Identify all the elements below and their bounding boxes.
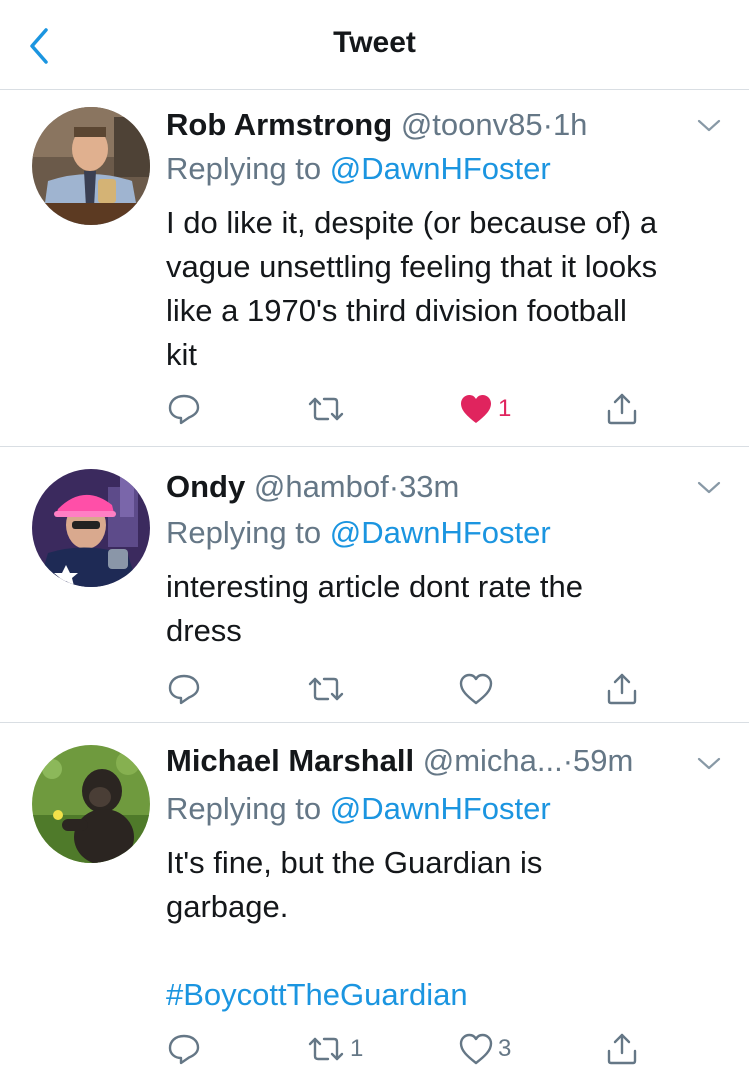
tweet-menu-button[interactable] <box>695 477 723 497</box>
reply-button[interactable] <box>166 389 202 429</box>
tweet-time: 59m <box>573 743 634 778</box>
meta-separator: · <box>388 469 400 504</box>
chevron-down-icon <box>697 481 721 494</box>
author-name[interactable]: Michael Marshall <box>166 743 414 778</box>
share-button[interactable] <box>604 1029 640 1069</box>
reply-icon <box>168 394 200 425</box>
replying-to: Replying to @DawnHFoster <box>166 791 551 827</box>
tweet-meta: Ondy @hambof·33m <box>166 469 689 505</box>
author-handle[interactable]: @toonv85 <box>401 107 543 142</box>
heart-filled-icon <box>461 395 491 423</box>
like-button[interactable]: 3 <box>458 1029 511 1069</box>
tweet-actions: 1 <box>166 389 666 429</box>
tweet-time: 1h <box>552 107 588 142</box>
author-name[interactable]: Ondy <box>166 469 245 504</box>
heart-icon <box>459 673 493 705</box>
page-title: Tweet <box>333 26 416 59</box>
meta-separator: · <box>542 107 553 142</box>
mention-link[interactable]: @DawnHFoster <box>330 151 551 186</box>
replying-label: Replying to <box>166 151 322 186</box>
replying-to: Replying to @DawnHFoster <box>166 151 551 187</box>
tweet-actions <box>166 669 666 709</box>
retweet-button[interactable]: 1 <box>306 1029 363 1069</box>
tweet-reply[interactable]: Rob Armstrong @toonv85·1h Replying to @D… <box>0 91 749 447</box>
tweet-reply[interactable]: Michael Marshall @micha...·59m Replying … <box>0 723 749 1079</box>
tweet-text-line: It's fine, but the Guardian is <box>166 845 543 880</box>
share-button[interactable] <box>604 669 640 709</box>
share-icon <box>607 393 637 425</box>
reply-icon <box>168 1034 200 1065</box>
retweet-icon <box>308 397 344 421</box>
like-count: 3 <box>498 1035 512 1062</box>
tweet-text-line: dress <box>166 613 242 648</box>
share-icon <box>607 673 637 705</box>
tweet-text: I do like it, despite (or because of) a … <box>166 201 726 377</box>
retweet-button[interactable] <box>306 669 350 709</box>
mention-link[interactable]: @DawnHFoster <box>330 515 551 550</box>
tweet-reply[interactable]: Ondy @hambof·33m Replying to @DawnHFoste… <box>0 447 749 723</box>
author-handle[interactable]: @micha... <box>423 743 563 778</box>
reply-button[interactable] <box>166 1029 202 1069</box>
tweet-actions: 1 3 <box>166 1029 666 1069</box>
tweet-text-line: interesting article dont rate the <box>166 569 584 604</box>
like-button[interactable]: 1 <box>458 389 511 429</box>
tweet-time: 33m <box>399 469 460 504</box>
mention-link[interactable]: @DawnHFoster <box>330 791 551 826</box>
tweet-meta: Michael Marshall @micha...·59m <box>166 743 689 779</box>
avatar[interactable] <box>32 107 150 225</box>
avatar[interactable] <box>32 745 150 863</box>
tweet-text: interesting article dont rate the dress <box>166 565 726 653</box>
reply-button[interactable] <box>166 669 202 709</box>
tweet-menu-button[interactable] <box>695 115 723 135</box>
avatar[interactable] <box>32 469 150 587</box>
tweet-text-line: garbage. <box>166 889 289 924</box>
like-count: 1 <box>498 395 512 422</box>
replying-label: Replying to <box>166 791 322 826</box>
replying-label: Replying to <box>166 515 322 550</box>
tweet-text: It's fine, but the Guardian is garbage. … <box>166 841 726 1017</box>
top-bar: Tweet <box>0 0 749 90</box>
share-icon <box>607 1033 637 1065</box>
tweet-text-line: like a 1970's third division football <box>166 293 627 328</box>
reply-icon <box>168 674 200 705</box>
tweet-text-line: vague unsettling feeling that it looks <box>166 249 658 284</box>
retweet-icon <box>308 677 344 701</box>
tweet-menu-button[interactable] <box>695 753 723 773</box>
author-name[interactable]: Rob Armstrong <box>166 107 392 142</box>
tweet-text-line: kit <box>166 337 197 372</box>
author-handle[interactable]: @hambof <box>254 469 389 504</box>
hashtag-link[interactable]: #BoycottTheGuardian <box>166 973 726 1017</box>
replying-to: Replying to @DawnHFoster <box>166 515 551 551</box>
retweet-button[interactable] <box>306 389 350 429</box>
retweet-count: 1 <box>350 1035 364 1062</box>
share-button[interactable] <box>604 389 640 429</box>
retweet-icon <box>308 1037 344 1061</box>
chevron-down-icon <box>697 757 721 770</box>
chevron-down-icon <box>697 119 721 132</box>
tweet-meta: Rob Armstrong @toonv85·1h <box>166 107 689 143</box>
like-button[interactable] <box>458 669 498 709</box>
heart-icon <box>459 1033 493 1065</box>
meta-separator: · <box>562 743 574 778</box>
tweet-text-line: I do like it, despite (or because of) a <box>166 205 658 240</box>
